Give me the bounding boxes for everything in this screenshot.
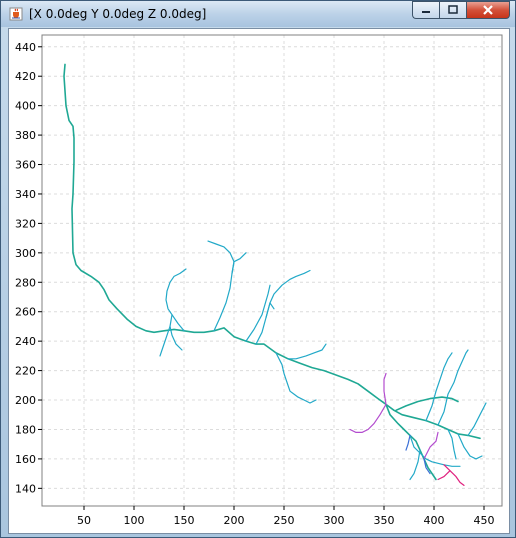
trace-segment: [467, 402, 487, 436]
window-controls: [412, 1, 510, 21]
y-tick-label: 220: [15, 365, 36, 378]
x-tick-label: 100: [124, 514, 145, 527]
neuron-trace-plot[interactable]: 50 100 150 200 250 300 350 400 450 140 160 180 200 22…: [9, 29, 509, 533]
x-tick-label: 150: [174, 514, 195, 527]
x-tick-label: 450: [474, 514, 495, 527]
trace-segment: [265, 302, 275, 319]
window-title: [X 0.0deg Y 0.0deg Z 0.0deg]: [29, 7, 207, 21]
title-bar[interactable]: [X 0.0deg Y 0.0deg Z 0.0deg]: [1, 1, 515, 27]
app-window: [X 0.0deg Y 0.0deg Z 0.0deg] 50 100 150 200…: [0, 0, 516, 538]
close-button[interactable]: [466, 1, 510, 19]
y-tick-label: 400: [15, 100, 36, 113]
y-tick-label: 160: [15, 453, 36, 466]
trace-segment: [447, 428, 457, 460]
x-tick-label: 300: [324, 514, 345, 527]
maximize-button[interactable]: [439, 1, 466, 19]
trace-segment: [287, 343, 327, 360]
minimize-icon: [422, 11, 430, 13]
trace-segment: [349, 403, 387, 433]
y-tick-label: 440: [15, 41, 36, 54]
x-tick-label: 50: [77, 514, 91, 527]
x-tick-label: 350: [374, 514, 395, 527]
y-tick-label: 360: [15, 159, 36, 172]
trace-segment: [207, 240, 235, 332]
trace-segment: [245, 284, 271, 342]
y-tick-label: 240: [15, 335, 36, 348]
trace-segment: [443, 464, 465, 486]
x-tick-label: 250: [274, 514, 295, 527]
trace-segment: [423, 431, 439, 460]
y-tick-label: 200: [15, 394, 36, 407]
maximize-icon: [448, 5, 458, 14]
trace-segment: [437, 349, 469, 426]
trace-segment: [437, 470, 451, 481]
x-tick-label: 200: [224, 514, 245, 527]
trace-segment: [405, 434, 411, 451]
y-tick-label: 380: [15, 129, 36, 142]
y-tick-label: 420: [15, 70, 36, 83]
y-tick-label: 280: [15, 276, 36, 289]
trace-segment: [409, 449, 421, 481]
y-tick-label: 320: [15, 217, 36, 230]
y-tick-label: 300: [15, 247, 36, 260]
java-cup-icon: [9, 7, 23, 21]
x-tick-label: 400: [424, 514, 445, 527]
y-tick-label: 180: [15, 423, 36, 436]
plot-panel[interactable]: 50 100 150 200 250 300 350 400 450 140 160 180 200 22…: [8, 28, 510, 534]
trace-segment: [165, 268, 187, 332]
y-tick-label: 140: [15, 482, 36, 495]
y-tick-label: 260: [15, 306, 36, 319]
close-icon: [483, 5, 493, 15]
trace-segment: [425, 352, 453, 422]
y-tick-label: 340: [15, 188, 36, 201]
trace-segment: [63, 63, 481, 440]
minimize-button[interactable]: [412, 1, 439, 19]
trace-segment: [275, 352, 317, 404]
trace-segment: [395, 396, 459, 412]
